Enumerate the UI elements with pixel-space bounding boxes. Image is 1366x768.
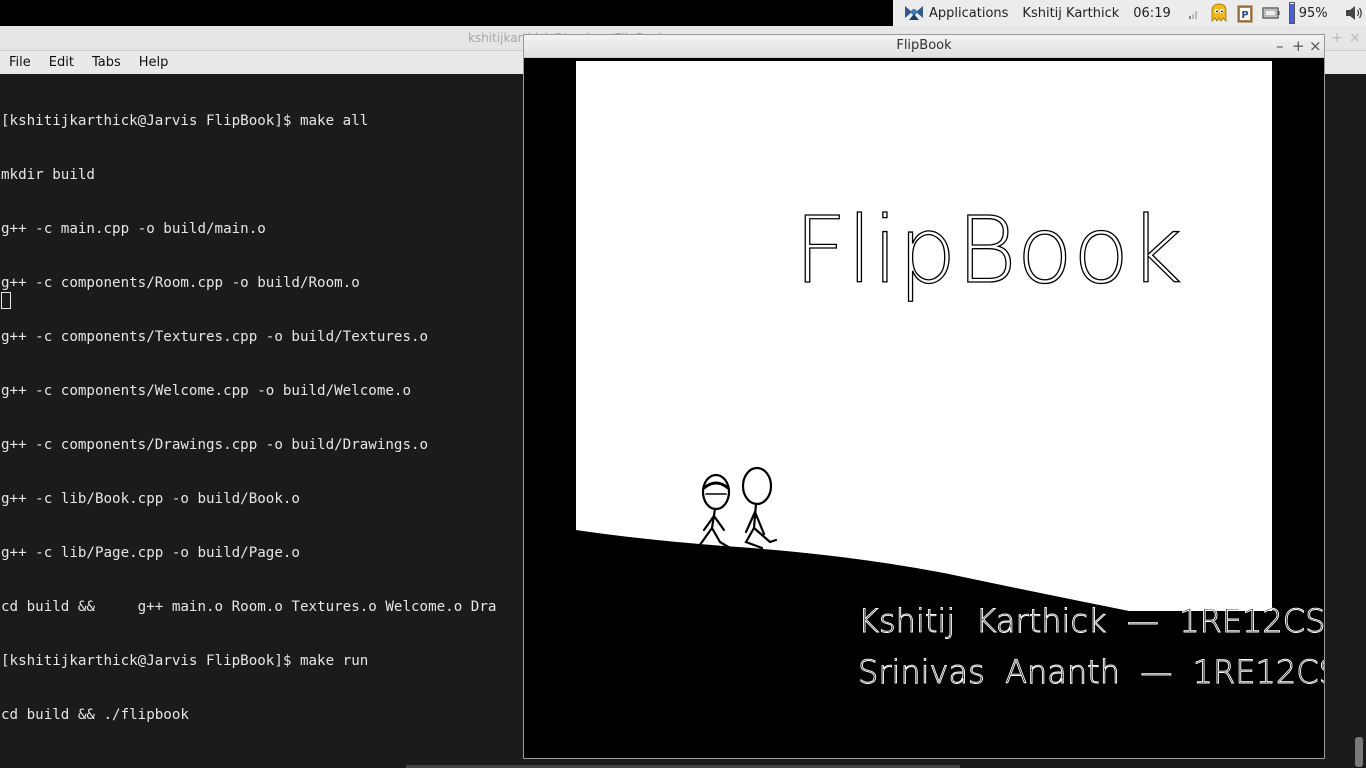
credit-line-2: Srinivas Ananth — 1RE12CS034 [858,653,1324,691]
network-icon[interactable] [1187,6,1201,20]
terminal-close-button[interactable]: × [1349,30,1361,46]
terminal-cursor [1,292,11,309]
terminal-line: cd build && g++ main.o Room.o Textures.o… [1,599,497,615]
terminal-line: [kshitijkarthick@Jarvis FlipBook]$ make … [1,653,369,669]
flipbook-heading: FlipBook [794,197,1183,304]
terminal-line: cd build && ./flipbook [1,707,189,723]
terminal-line: g++ -c lib/Page.cpp -o build/Page.o [1,545,300,561]
terminal-line: g++ -c components/Welcome.cpp -o build/W… [1,383,411,399]
user-name[interactable]: Kshitij Karthick [1022,6,1119,21]
terminal-line: g++ -c main.cpp -o build/main.o [1,221,266,237]
clock[interactable]: 06:19 [1133,6,1170,21]
flipbook-window[interactable]: FlipBook – + × FlipBook Kshitij Karthick… [523,34,1325,759]
volume-icon[interactable] [1344,5,1364,21]
panel-tray-area: Applications Kshitij Karthick 06:19 P 95… [893,0,1366,26]
flipbook-canvas[interactable]: FlipBook Kshitij Karthick — 1RE12CS042 S… [524,58,1324,758]
terminal-line: g++ -c components/Textures.cpp -o build/… [1,329,429,345]
terminal-maximize-button[interactable]: + [1331,30,1343,46]
svg-text:P: P [1241,10,1248,21]
flipbook-maximize-button[interactable]: + [1292,37,1305,55]
menu-edit[interactable]: Edit [40,55,83,70]
menu-file[interactable]: File [0,55,40,70]
menu-help[interactable]: Help [130,55,178,70]
terminal-line: mkdir build [1,167,95,183]
flipbook-window-title: FlipBook [896,38,952,53]
power-manager-icon[interactable] [1262,6,1280,20]
pidgin-icon[interactable] [1210,3,1228,23]
terminal-lines: [kshitijkarthick@Jarvis FlipBook]$ make … [1,76,496,760]
menu-tabs[interactable]: Tabs [83,55,130,70]
applications-icon[interactable] [903,3,925,23]
terminal-line: [kshitijkarthick@Jarvis FlipBook]$ make … [1,113,369,129]
terminal-line: g++ -c components/Drawings.cpp -o build/… [1,437,429,453]
terminal-line: g++ -c components/Room.cpp -o build/Room… [1,275,360,291]
battery-icon[interactable] [1288,2,1295,24]
flipbook-minimize-button[interactable]: – [1276,37,1284,55]
terminal-line: g++ -c lib/Book.cpp -o build/Book.o [1,491,300,507]
applications-menu[interactable]: Applications [929,6,1008,21]
page-background [576,61,1272,611]
flipbook-close-button[interactable]: × [1309,37,1322,55]
terminal-scrollbar[interactable] [1355,737,1363,767]
battery-percentage: 95% [1298,5,1328,21]
clipboard-icon[interactable]: P [1237,4,1253,23]
top-panel: Applications Kshitij Karthick 06:19 P 95… [0,0,1366,26]
flipbook-scene: FlipBook Kshitij Karthick — 1RE12CS042 S… [576,61,1324,758]
credit-line-1: Kshitij Karthick — 1RE12CS042 [858,602,1324,640]
flipbook-titlebar[interactable]: FlipBook – + × [524,35,1324,58]
